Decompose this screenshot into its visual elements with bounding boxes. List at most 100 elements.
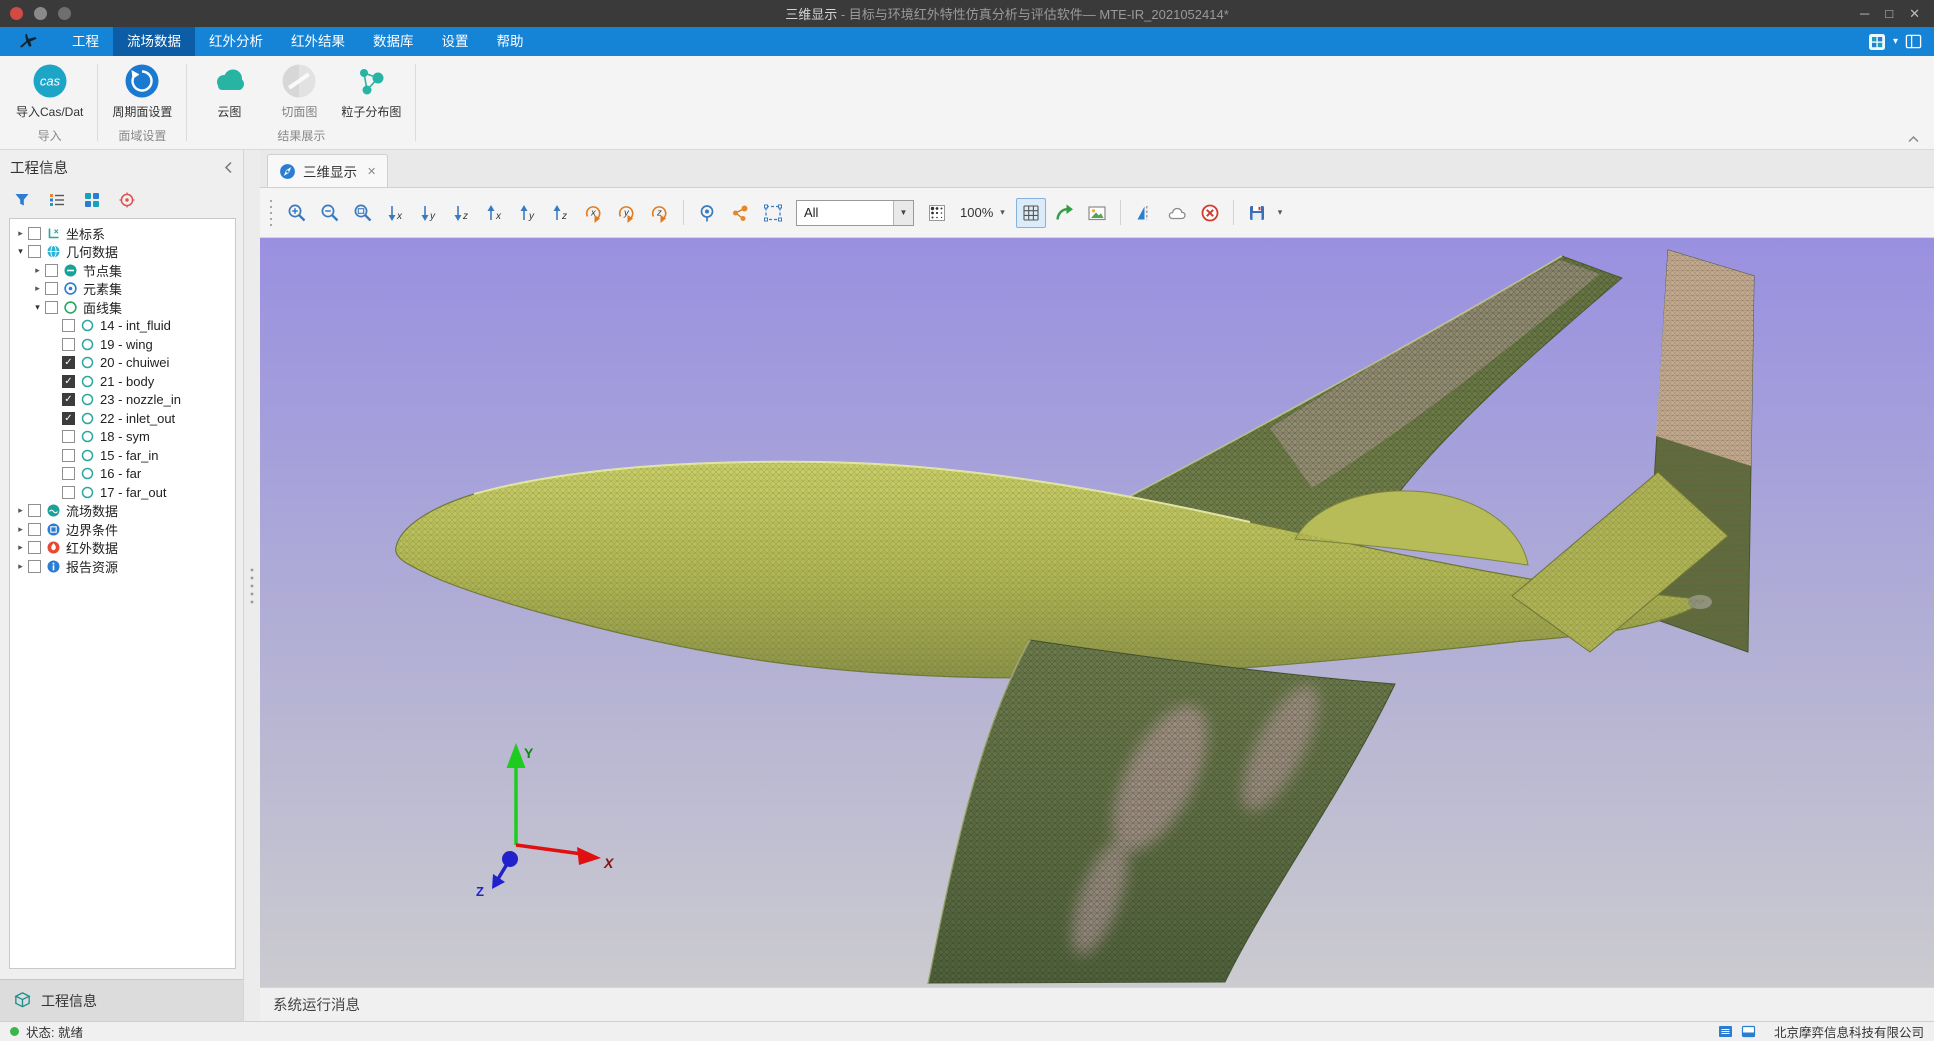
panel-splitter[interactable] [244, 150, 260, 1021]
tree-checkbox[interactable] [28, 560, 41, 573]
tree-checkbox[interactable] [28, 504, 41, 517]
tree-item-surface-20-chuiwei[interactable]: ✓20 - chuiwei [10, 354, 235, 373]
rotate-z-button[interactable]: z [645, 198, 675, 228]
tree-item-surface-19-wing[interactable]: 19 - wing [10, 335, 235, 354]
menu-tab-3[interactable]: 红外结果 [277, 27, 359, 56]
tree-expand-arrow[interactable]: ▾ [31, 302, 44, 313]
texture-button[interactable] [922, 198, 952, 228]
tree-expand-arrow[interactable]: ▸ [14, 524, 27, 535]
tree-item-coordinate-system[interactable]: ▸坐标系 [10, 224, 235, 243]
panel-toggle-filled-icon[interactable] [1718, 1024, 1733, 1039]
ribbon-collapse-icon[interactable] [1907, 135, 1920, 143]
panel-collapse-button[interactable] [224, 161, 233, 174]
grid-button[interactable] [1016, 198, 1046, 228]
ribbon-button-cloud-map[interactable]: 云图 [197, 61, 261, 126]
screenshot-button[interactable] [1082, 198, 1112, 228]
close-button[interactable]: ✕ [1909, 6, 1920, 22]
zoom-in-button[interactable] [282, 198, 312, 228]
tree-item-surface-21-body[interactable]: ✓21 - body [10, 372, 235, 391]
tree-item-surface-22-inlet_out[interactable]: ✓22 - inlet_out [10, 409, 235, 428]
toolbar-drag-handle[interactable] [268, 198, 274, 228]
tree-checkbox[interactable]: ✓ [62, 393, 75, 406]
tree-checkbox[interactable] [62, 319, 75, 332]
tree-expand-arrow[interactable]: ▸ [14, 561, 27, 572]
tree-item-node-set[interactable]: ▸节点集 [10, 261, 235, 280]
tree-expand-arrow[interactable]: ▸ [14, 228, 27, 239]
view-y-neg-button[interactable]: y [414, 198, 444, 228]
tree-item-geometry-data[interactable]: ▾几何数据 [10, 243, 235, 262]
tree-item-surface-17-far_out[interactable]: 17 - far_out [10, 483, 235, 502]
tree-item-face-set[interactable]: ▾面线集 [10, 298, 235, 317]
tree-checkbox[interactable] [62, 449, 75, 462]
minimize-button[interactable]: ─ [1860, 6, 1869, 22]
menu-tab-5[interactable]: 设置 [428, 27, 483, 56]
export-view-button[interactable] [1049, 198, 1079, 228]
tree-checkbox[interactable] [45, 282, 58, 295]
particle-trace-button[interactable] [725, 198, 755, 228]
tree-item-flow-data[interactable]: ▸流场数据 [10, 502, 235, 521]
menu-tab-0[interactable]: 工程 [58, 27, 113, 56]
cloud-display-button[interactable] [1162, 198, 1192, 228]
tree-item-infrared-data[interactable]: ▸红外数据 [10, 539, 235, 558]
tree-checkbox[interactable] [62, 430, 75, 443]
view-z-pos-button[interactable]: z [546, 198, 576, 228]
zoom-extents-button[interactable] [348, 198, 378, 228]
display-filter-combo[interactable]: All▼ [796, 200, 914, 226]
window-dot-red[interactable] [10, 7, 23, 20]
ribbon-button-period[interactable]: 周期面设置 [108, 61, 176, 126]
menu-tab-2[interactable]: 红外分析 [195, 27, 277, 56]
tree-checkbox[interactable]: ✓ [62, 412, 75, 425]
tree-item-surface-14-int_fluid[interactable]: 14 - int_fluid [10, 317, 235, 336]
tree-item-surface-23-nozzle_in[interactable]: ✓23 - nozzle_in [10, 391, 235, 410]
locate-target-icon[interactable] [118, 191, 136, 209]
maximize-button[interactable]: □ [1885, 6, 1893, 22]
view-x-pos-button[interactable]: x [480, 198, 510, 228]
tree-checkbox[interactable] [62, 486, 75, 499]
tree-expand-arrow[interactable]: ▸ [31, 283, 44, 294]
tree-checkbox[interactable]: ✓ [62, 356, 75, 369]
tree-item-report-resources[interactable]: ▸报告资源 [10, 557, 235, 576]
theme-grid-icon[interactable] [1868, 33, 1886, 51]
tree-checkbox[interactable] [62, 338, 75, 351]
menu-tab-1[interactable]: 流场数据 [113, 27, 195, 56]
box-select-button[interactable] [758, 198, 788, 228]
tree-checkbox[interactable] [28, 523, 41, 536]
ribbon-button-particles[interactable]: 粒子分布图 [337, 61, 405, 126]
tree-expand-arrow[interactable]: ▾ [14, 246, 27, 257]
viewport-3d[interactable]: Y X Z [260, 238, 1934, 987]
tree-checkbox[interactable] [28, 541, 41, 554]
tree-item-boundary-conditions[interactable]: ▸边界条件 [10, 520, 235, 539]
tree-item-surface-18-sym[interactable]: 18 - sym [10, 428, 235, 447]
system-message-bar[interactable]: 系统运行消息 [260, 987, 1934, 1021]
zoom-out-button[interactable] [315, 198, 345, 228]
menubar-caret-icon[interactable]: ▾ [1893, 36, 1898, 47]
tree-checkbox[interactable] [28, 245, 41, 258]
tree-expand-arrow[interactable]: ▸ [14, 505, 27, 516]
panel-toggle-outline-icon[interactable] [1741, 1024, 1756, 1039]
clear-results-button[interactable] [1195, 198, 1225, 228]
layout-panel-icon[interactable] [1905, 33, 1922, 50]
filter-icon[interactable] [13, 191, 31, 209]
tree-checkbox[interactable] [45, 301, 58, 314]
outline-icon[interactable] [48, 191, 66, 209]
project-info-tab-button[interactable]: 工程信息 [0, 979, 243, 1021]
view-y-pos-button[interactable]: y [513, 198, 543, 228]
menu-tab-6[interactable]: 帮助 [483, 27, 538, 56]
tab-close-icon[interactable]: ✕ [367, 165, 376, 178]
zoom-level-dropdown[interactable]: 100%▾ [955, 205, 1013, 220]
rotate-y-button[interactable]: y [612, 198, 642, 228]
menu-tab-4[interactable]: 数据库 [359, 27, 428, 56]
window-dot-gray-2[interactable] [58, 7, 71, 20]
ribbon-button-cas[interactable]: cas导入Cas/Dat [12, 61, 87, 126]
tree-checkbox[interactable] [62, 467, 75, 480]
tree-item-element-set[interactable]: ▸元素集 [10, 280, 235, 299]
save-view-caret-icon[interactable]: ▾ [1275, 207, 1286, 218]
combo-dropdown-icon[interactable]: ▼ [893, 201, 913, 225]
view-z-neg-button[interactable]: z [447, 198, 477, 228]
grid-view-icon[interactable] [83, 191, 101, 209]
tree-checkbox[interactable] [45, 264, 58, 277]
tree-checkbox[interactable] [28, 227, 41, 240]
rotate-x-button[interactable]: x [579, 198, 609, 228]
save-view-button[interactable] [1242, 198, 1272, 228]
tree-expand-arrow[interactable]: ▸ [31, 265, 44, 276]
